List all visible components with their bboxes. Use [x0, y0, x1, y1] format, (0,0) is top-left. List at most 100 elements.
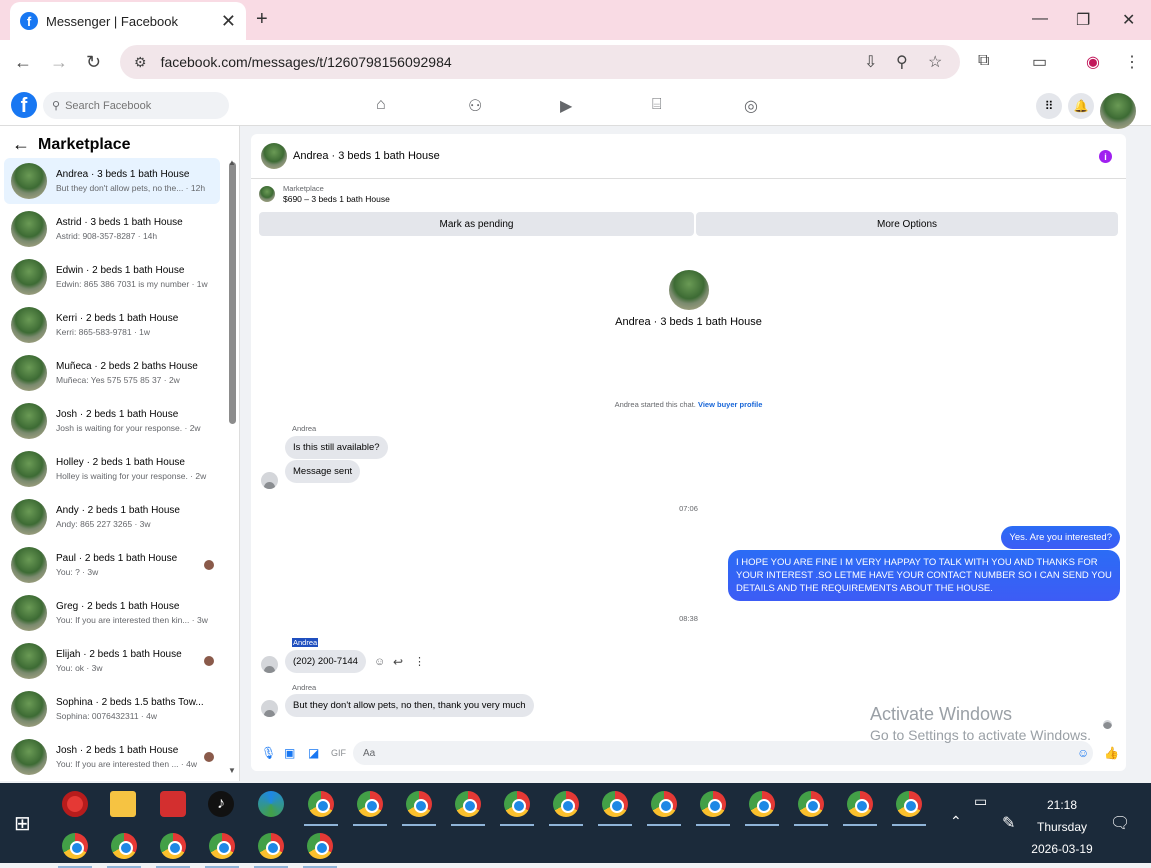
more-actions-icon[interactable]: ⋮ [414, 655, 425, 668]
conversation-item[interactable]: Astrid · 3 beds 1 bath House Astrid: 908-… [4, 206, 220, 252]
chat-avatar[interactable] [261, 143, 287, 169]
conversation-item[interactable]: Andrea · 3 beds 1 bath House But they don… [4, 158, 220, 204]
chrome-window-icon[interactable] [111, 833, 137, 859]
tab-search-icon[interactable]: ▭ [1032, 52, 1047, 72]
message-bubble-incoming[interactable]: But they don't allow pets, no then, than… [285, 694, 534, 717]
menu-grid-icon[interactable]: ⠿ [1036, 93, 1062, 119]
scroll-down-icon[interactable]: ▼ [228, 766, 236, 775]
gif-icon[interactable]: GIF [331, 748, 346, 758]
photo-icon[interactable]: ▣ [284, 746, 295, 760]
media-app-icon[interactable] [160, 791, 186, 817]
conversation-item[interactable]: Muñeca · 2 beds 2 baths House Muñeca: Yes… [4, 350, 220, 396]
minimize-icon[interactable]: — [1032, 10, 1048, 28]
message-bubble-incoming[interactable]: Is this still available? [285, 436, 388, 459]
emoji-icon[interactable]: ☺ [1077, 746, 1089, 760]
forward-arrow-icon[interactable]: → [50, 52, 68, 73]
react-icon[interactable]: ☺ [374, 656, 385, 668]
conversation-item[interactable]: Paul · 2 beds 1 bath House You: ? · 3w [4, 542, 220, 588]
search-input[interactable] [65, 99, 216, 112]
chrome-window-icon[interactable] [62, 833, 88, 859]
conversation-item[interactable]: Greg · 2 beds 1 bath House You: If you ar… [4, 590, 220, 636]
reload-icon[interactable]: ↻ [86, 52, 101, 73]
bookmark-star-icon[interactable]: ☆ [928, 52, 942, 72]
account-avatar[interactable] [1100, 93, 1136, 129]
sender-avatar[interactable] [261, 700, 278, 717]
chrome-window-icon[interactable] [209, 833, 235, 859]
chrome-window-icon[interactable] [896, 791, 922, 817]
install-app-icon[interactable]: ⇩ [864, 52, 877, 72]
chrome-window-icon[interactable] [357, 791, 383, 817]
message-bubble-outgoing[interactable]: Yes. Are you interested? [1001, 526, 1120, 549]
chrome-window-icon[interactable] [553, 791, 579, 817]
friends-icon[interactable]: ⚇ [468, 96, 482, 116]
sender-avatar[interactable] [261, 656, 278, 673]
chrome-window-icon[interactable] [406, 791, 432, 817]
notifications-bell-icon[interactable]: 🔔 [1068, 93, 1094, 119]
gaming-icon[interactable]: ◎ [744, 96, 758, 116]
reply-icon[interactable]: ↩ [393, 655, 403, 669]
message-input[interactable]: Aa [353, 741, 1093, 765]
file-explorer-icon[interactable] [110, 791, 136, 817]
listing-info[interactable]: Marketplace $690 – 3 beds 1 bath House [259, 184, 390, 204]
back-arrow-icon[interactable]: ← [12, 134, 30, 155]
sender-avatar[interactable] [261, 472, 278, 489]
chrome-window-icon[interactable] [602, 791, 628, 817]
opera-icon[interactable] [62, 791, 88, 817]
browser-menu-icon[interactable]: ⋮ [1124, 52, 1140, 72]
conversation-item[interactable]: Andy · 2 beds 1 bath House Andy: 865 227 … [4, 494, 220, 540]
conversation-item[interactable]: Elijah · 2 beds 1 bath House You: ok · 3w [4, 638, 220, 684]
message-bubble-incoming[interactable]: (202) 200-7144 [285, 650, 366, 673]
tab-close-icon[interactable]: ✕ [221, 11, 236, 32]
new-tab-icon[interactable]: + [256, 8, 268, 31]
chrome-window-icon[interactable] [700, 791, 726, 817]
conversation-item[interactable]: Josh · 2 beds 1 bath House Josh is waitin… [4, 398, 220, 444]
network-icon[interactable]: ▭ [974, 793, 987, 810]
chrome-window-icon[interactable] [847, 791, 873, 817]
sidebar-scrollbar[interactable] [229, 162, 236, 424]
site-settings-icon[interactable]: ⚙ [134, 54, 147, 71]
chrome-window-icon[interactable] [749, 791, 775, 817]
microphone-icon[interactable]: 🎙 [261, 746, 276, 760]
chrome-window-icon[interactable] [308, 791, 334, 817]
message-bubble-incoming[interactable]: Message sent [285, 460, 361, 483]
restore-icon[interactable]: ❐ [1076, 10, 1090, 30]
chat-title[interactable]: Andrea · 3 beds 1 bath House [293, 150, 440, 162]
taskbar-clock[interactable]: 21:18 Thursday 2026-03-19 [1022, 794, 1102, 860]
chrome-window-icon[interactable] [651, 791, 677, 817]
browser-tab[interactable]: f Messenger | Facebook ✕ [10, 2, 246, 40]
chrome-window-icon[interactable] [258, 833, 284, 859]
chrome-window-icon[interactable] [504, 791, 530, 817]
more-options-button[interactable]: More Options [696, 212, 1118, 236]
marketplace-icon[interactable]: ⌸ [652, 96, 662, 114]
conversation-item[interactable]: Holley · 2 beds 1 bath House Holley is wa… [4, 446, 220, 492]
watch-icon[interactable]: ▶ [560, 96, 572, 116]
tray-chevron-icon[interactable]: ⌃ [950, 813, 962, 830]
zoom-icon[interactable]: ⚲ [896, 52, 908, 72]
info-icon[interactable]: i [1099, 150, 1112, 163]
conversation-item[interactable]: Josh · 2 beds 1 bath House You: If you ar… [4, 734, 220, 780]
facebook-search[interactable]: ⚲ [43, 92, 229, 119]
chrome-window-icon[interactable] [455, 791, 481, 817]
profile-icon[interactable]: ◉ [1086, 52, 1100, 72]
address-bar[interactable]: ⚙ facebook.com/messages/t/12607981560929… [120, 45, 960, 79]
facebook-logo-icon[interactable]: f [11, 92, 37, 118]
chrome-window-icon[interactable] [798, 791, 824, 817]
chrome-window-icon[interactable] [160, 833, 186, 859]
home-icon[interactable]: ⌂ [376, 96, 386, 114]
like-thumb-icon[interactable]: 👍 [1104, 746, 1119, 760]
conversation-item[interactable]: Sophina · 2 beds 1.5 baths Tow... Sophina… [4, 686, 220, 732]
sticker-icon[interactable]: ◪ [308, 746, 319, 760]
chrome-window-icon[interactable] [307, 833, 333, 859]
profile-avatar[interactable] [668, 270, 709, 310]
scroll-up-icon[interactable]: ▲ [228, 158, 236, 167]
conversation-item[interactable]: Kerri · 2 beds 1 bath House Kerri: 865-58… [4, 302, 220, 348]
pen-icon[interactable]: ✎ [1002, 813, 1015, 833]
edge-icon[interactable] [258, 791, 284, 817]
notification-center-icon[interactable]: 🗨 [1110, 813, 1130, 833]
extensions-icon[interactable]: ⧉ [978, 52, 989, 70]
windows-start-icon[interactable]: ⊞ [14, 811, 31, 836]
tiktok-icon[interactable]: ♪ [208, 791, 234, 817]
view-buyer-profile-link[interactable]: View buyer profile [698, 400, 762, 409]
conversation-item[interactable]: Edwin · 2 beds 1 bath House Edwin: 865 38… [4, 254, 220, 300]
url-text[interactable]: facebook.com/messages/t/1260798156092984 [161, 54, 452, 70]
